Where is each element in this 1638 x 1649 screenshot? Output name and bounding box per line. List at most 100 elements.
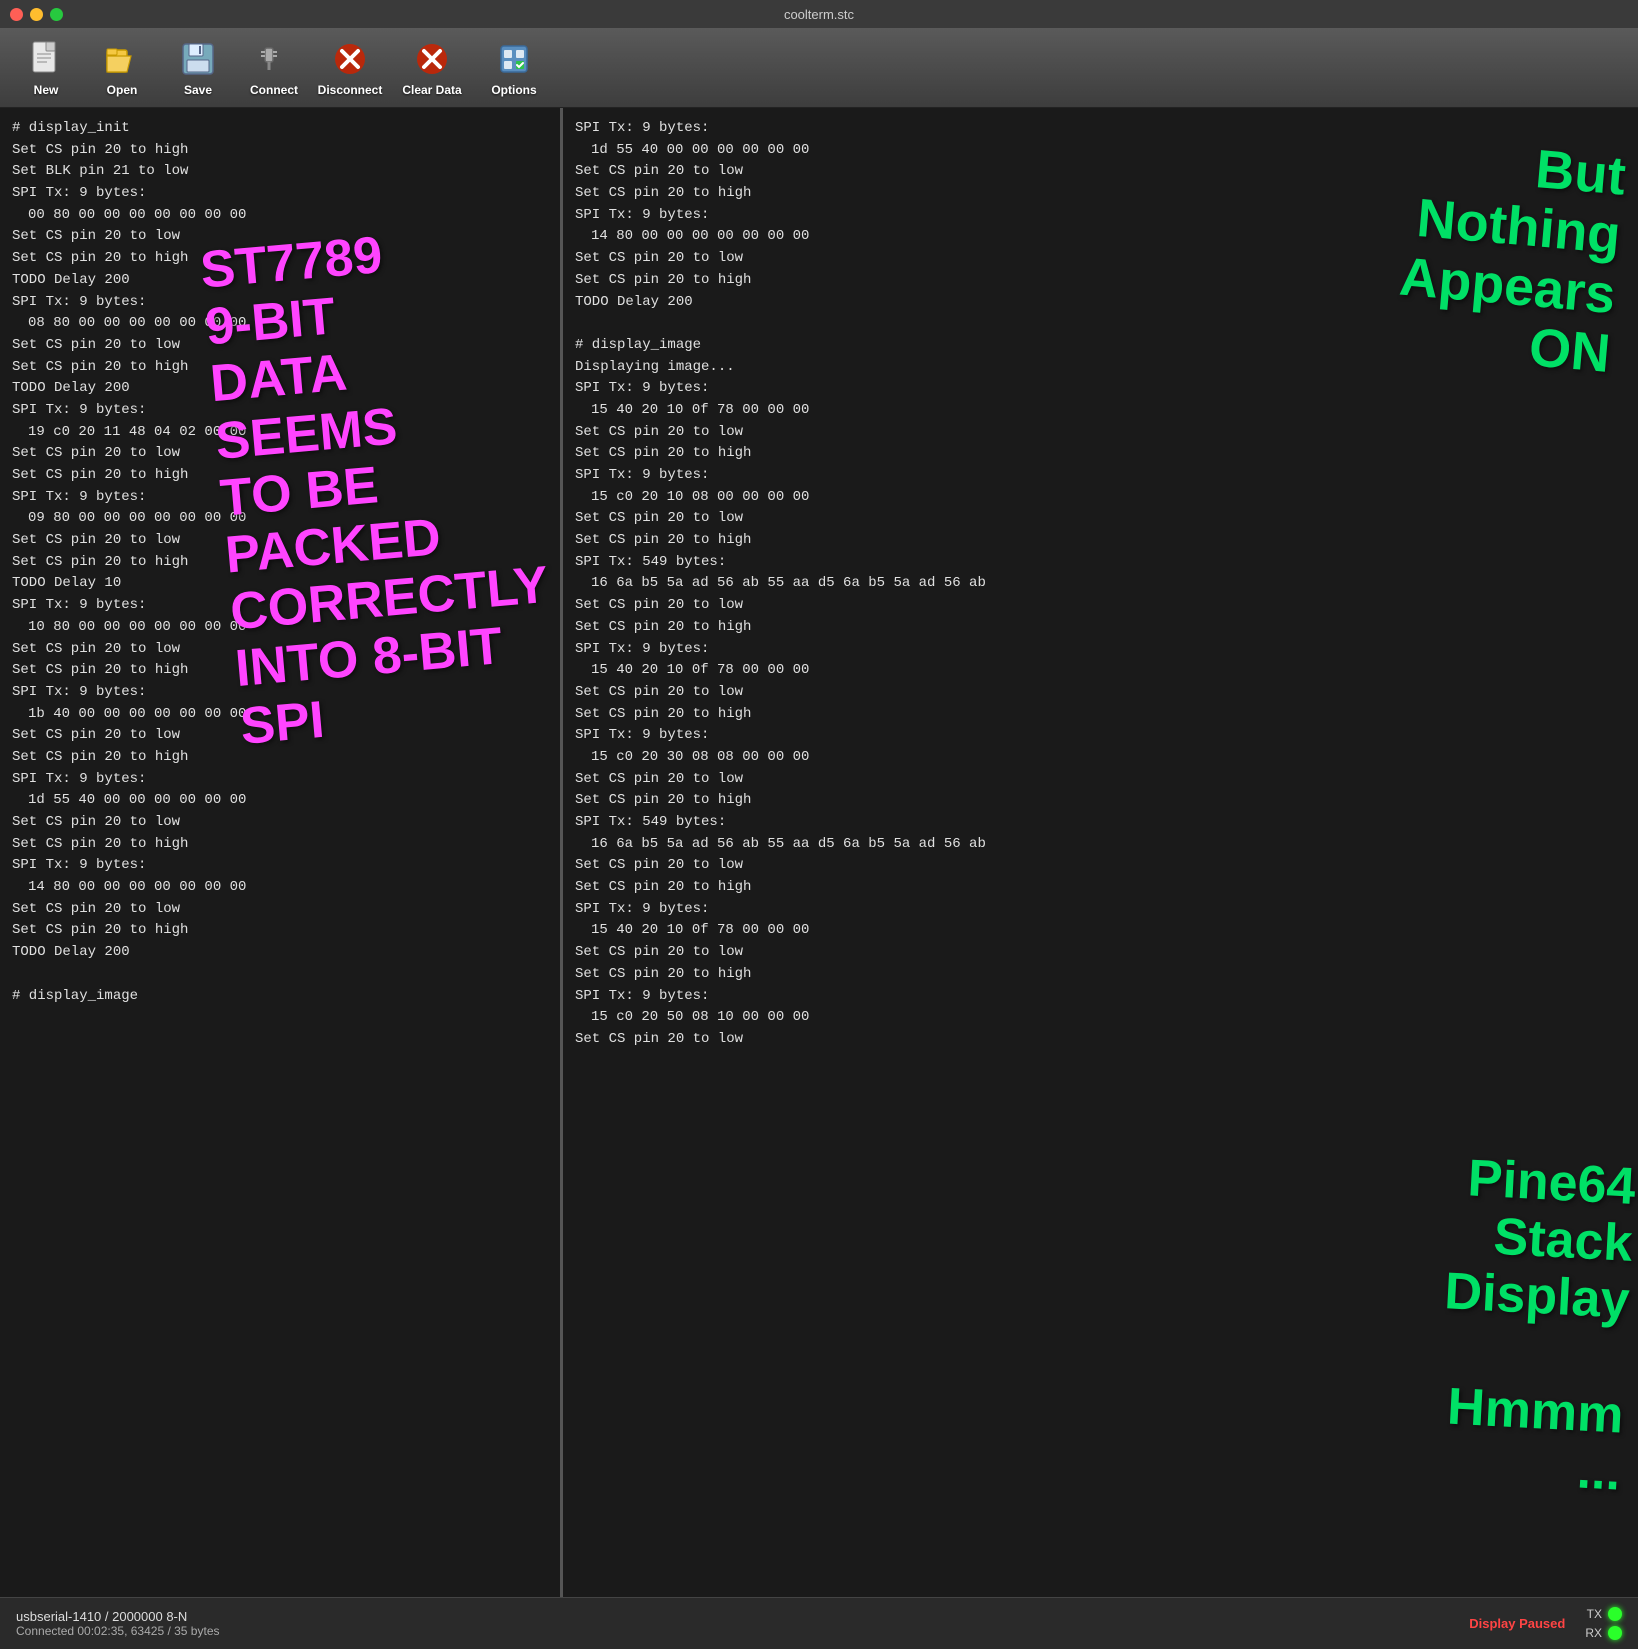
options-icon	[494, 39, 534, 79]
left-line-29: Set CS pin 20 to high	[12, 747, 548, 769]
left-line-7: TODO Delay 200	[12, 270, 548, 292]
left-line-5: Set CS pin 20 to low	[12, 226, 548, 248]
open-label: Open	[107, 83, 138, 97]
new-button[interactable]: New	[10, 34, 82, 102]
left-line-22: SPI Tx: 9 bytes:	[12, 595, 548, 617]
right-line-20: SPI Tx: 549 bytes:	[575, 552, 1626, 574]
right-line-32: SPI Tx: 549 bytes:	[575, 812, 1626, 834]
right-line-30: Set CS pin 20 to low	[575, 769, 1626, 791]
left-line-34: SPI Tx: 9 bytes:	[12, 855, 548, 877]
disconnect-icon	[330, 39, 370, 79]
connect-button[interactable]: Connect	[238, 34, 310, 102]
right-line-35: Set CS pin 20 to high	[575, 877, 1626, 899]
new-icon	[26, 39, 66, 79]
right-line-33: 16 6a b5 5a ad 56 ab 55 aa d5 6a b5 5a a…	[575, 834, 1626, 856]
left-line-6: Set CS pin 20 to high	[12, 248, 548, 270]
disconnect-label: Disconnect	[318, 83, 383, 97]
right-line-22: Set CS pin 20 to low	[575, 595, 1626, 617]
right-line-23: Set CS pin 20 to high	[575, 617, 1626, 639]
right-line-5: 14 80 00 00 00 00 00 00 00	[575, 226, 1626, 248]
left-line-38: TODO Delay 200	[12, 942, 548, 964]
left-line-4: 00 80 00 00 00 00 00 00 00	[12, 205, 548, 227]
left-line-39	[12, 964, 548, 986]
toolbar: New Open Save	[0, 28, 1638, 108]
annotation-right-bottom-text: Pine64StackDisplayHmmm...	[1434, 1149, 1637, 1501]
statusbar: usbserial-1410 / 2000000 8-N Connected 0…	[0, 1597, 1638, 1649]
right-line-3: Set CS pin 20 to high	[575, 183, 1626, 205]
left-line-14: 19 c0 20 11 48 04 02 00 00	[12, 422, 548, 444]
rx-label: RX	[1585, 1626, 1602, 1640]
right-line-40: SPI Tx: 9 bytes:	[575, 986, 1626, 1008]
left-line-18: 09 80 00 00 00 00 00 00 00	[12, 508, 548, 530]
connection-info: usbserial-1410 / 2000000 8-N	[16, 1609, 1449, 1624]
clear-data-label: Clear Data	[402, 83, 461, 97]
right-line-38: Set CS pin 20 to low	[575, 942, 1626, 964]
left-line-31: 1d 55 40 00 00 00 00 00 00	[12, 790, 548, 812]
tx-led	[1608, 1607, 1622, 1621]
right-line-18: Set CS pin 20 to low	[575, 508, 1626, 530]
right-line-34: Set CS pin 20 to low	[575, 855, 1626, 877]
minimize-button[interactable]	[30, 8, 43, 21]
left-line-23: 10 80 00 00 00 00 00 00 00	[12, 617, 548, 639]
open-button[interactable]: Open	[86, 34, 158, 102]
options-button[interactable]: Options	[478, 34, 550, 102]
display-paused-label: Display Paused	[1469, 1616, 1565, 1631]
left-line-11: Set CS pin 20 to high	[12, 357, 548, 379]
left-line-3: SPI Tx: 9 bytes:	[12, 183, 548, 205]
left-line-40: # display_image	[12, 986, 548, 1008]
right-line-0: SPI Tx: 9 bytes:	[575, 118, 1626, 140]
connect-icon	[254, 39, 294, 79]
tx-label: TX	[1587, 1607, 1602, 1621]
new-label: New	[34, 83, 59, 97]
window-controls	[10, 8, 63, 21]
right-line-26: Set CS pin 20 to low	[575, 682, 1626, 704]
left-terminal-text: # display_init Set CS pin 20 to high Set…	[12, 118, 548, 1007]
left-line-12: TODO Delay 200	[12, 378, 548, 400]
right-line-21: 16 6a b5 5a ad 56 ab 55 aa d5 6a b5 5a a…	[575, 573, 1626, 595]
terminal-left[interactable]: # display_init Set CS pin 20 to high Set…	[0, 108, 560, 1597]
right-line-13: 15 40 20 10 0f 78 00 00 00	[575, 400, 1626, 422]
right-line-12: SPI Tx: 9 bytes:	[575, 378, 1626, 400]
left-line-13: SPI Tx: 9 bytes:	[12, 400, 548, 422]
right-line-1: 1d 55 40 00 00 00 00 00 00	[575, 140, 1626, 162]
right-line-31: Set CS pin 20 to high	[575, 790, 1626, 812]
right-line-19: Set CS pin 20 to high	[575, 530, 1626, 552]
left-line-30: SPI Tx: 9 bytes:	[12, 769, 548, 791]
titlebar: coolterm.stc	[0, 0, 1638, 28]
save-button[interactable]: Save	[162, 34, 234, 102]
left-line-10: Set CS pin 20 to low	[12, 335, 548, 357]
right-line-4: SPI Tx: 9 bytes:	[575, 205, 1626, 227]
right-line-11: Displaying image...	[575, 357, 1626, 379]
window-title: coolterm.stc	[784, 7, 854, 22]
terminal-right[interactable]: SPI Tx: 9 bytes: 1d 55 40 00 00 00 00 00…	[563, 108, 1638, 1597]
left-line-32: Set CS pin 20 to low	[12, 812, 548, 834]
right-terminal-text: SPI Tx: 9 bytes: 1d 55 40 00 00 00 00 00…	[575, 118, 1626, 1051]
right-line-24: SPI Tx: 9 bytes:	[575, 639, 1626, 661]
right-line-25: 15 40 20 10 0f 78 00 00 00	[575, 660, 1626, 682]
left-line-33: Set CS pin 20 to high	[12, 834, 548, 856]
left-line-0: # display_init	[12, 118, 548, 140]
tx-led-row: TX	[1587, 1607, 1622, 1621]
close-button[interactable]	[10, 8, 23, 21]
statusbar-info: usbserial-1410 / 2000000 8-N Connected 0…	[16, 1609, 1449, 1638]
clear-data-button[interactable]: Clear Data	[390, 34, 474, 102]
save-icon	[178, 39, 218, 79]
disconnect-button[interactable]: Disconnect	[314, 34, 386, 102]
right-line-2: Set CS pin 20 to low	[575, 161, 1626, 183]
maximize-button[interactable]	[50, 8, 63, 21]
right-line-39: Set CS pin 20 to high	[575, 964, 1626, 986]
left-line-25: Set CS pin 20 to high	[12, 660, 548, 682]
right-line-37: 15 40 20 10 0f 78 00 00 00	[575, 920, 1626, 942]
clear-data-icon	[412, 39, 452, 79]
left-line-2: Set BLK pin 21 to low	[12, 161, 548, 183]
right-line-9	[575, 313, 1626, 335]
right-line-36: SPI Tx: 9 bytes:	[575, 899, 1626, 921]
right-line-17: 15 c0 20 10 08 00 00 00 00	[575, 487, 1626, 509]
rx-led	[1608, 1626, 1622, 1640]
right-line-28: SPI Tx: 9 bytes:	[575, 725, 1626, 747]
left-line-8: SPI Tx: 9 bytes:	[12, 292, 548, 314]
main-content: # display_init Set CS pin 20 to high Set…	[0, 108, 1638, 1597]
left-line-24: Set CS pin 20 to low	[12, 639, 548, 661]
save-label: Save	[184, 83, 212, 97]
led-indicators: TX RX	[1585, 1607, 1622, 1640]
